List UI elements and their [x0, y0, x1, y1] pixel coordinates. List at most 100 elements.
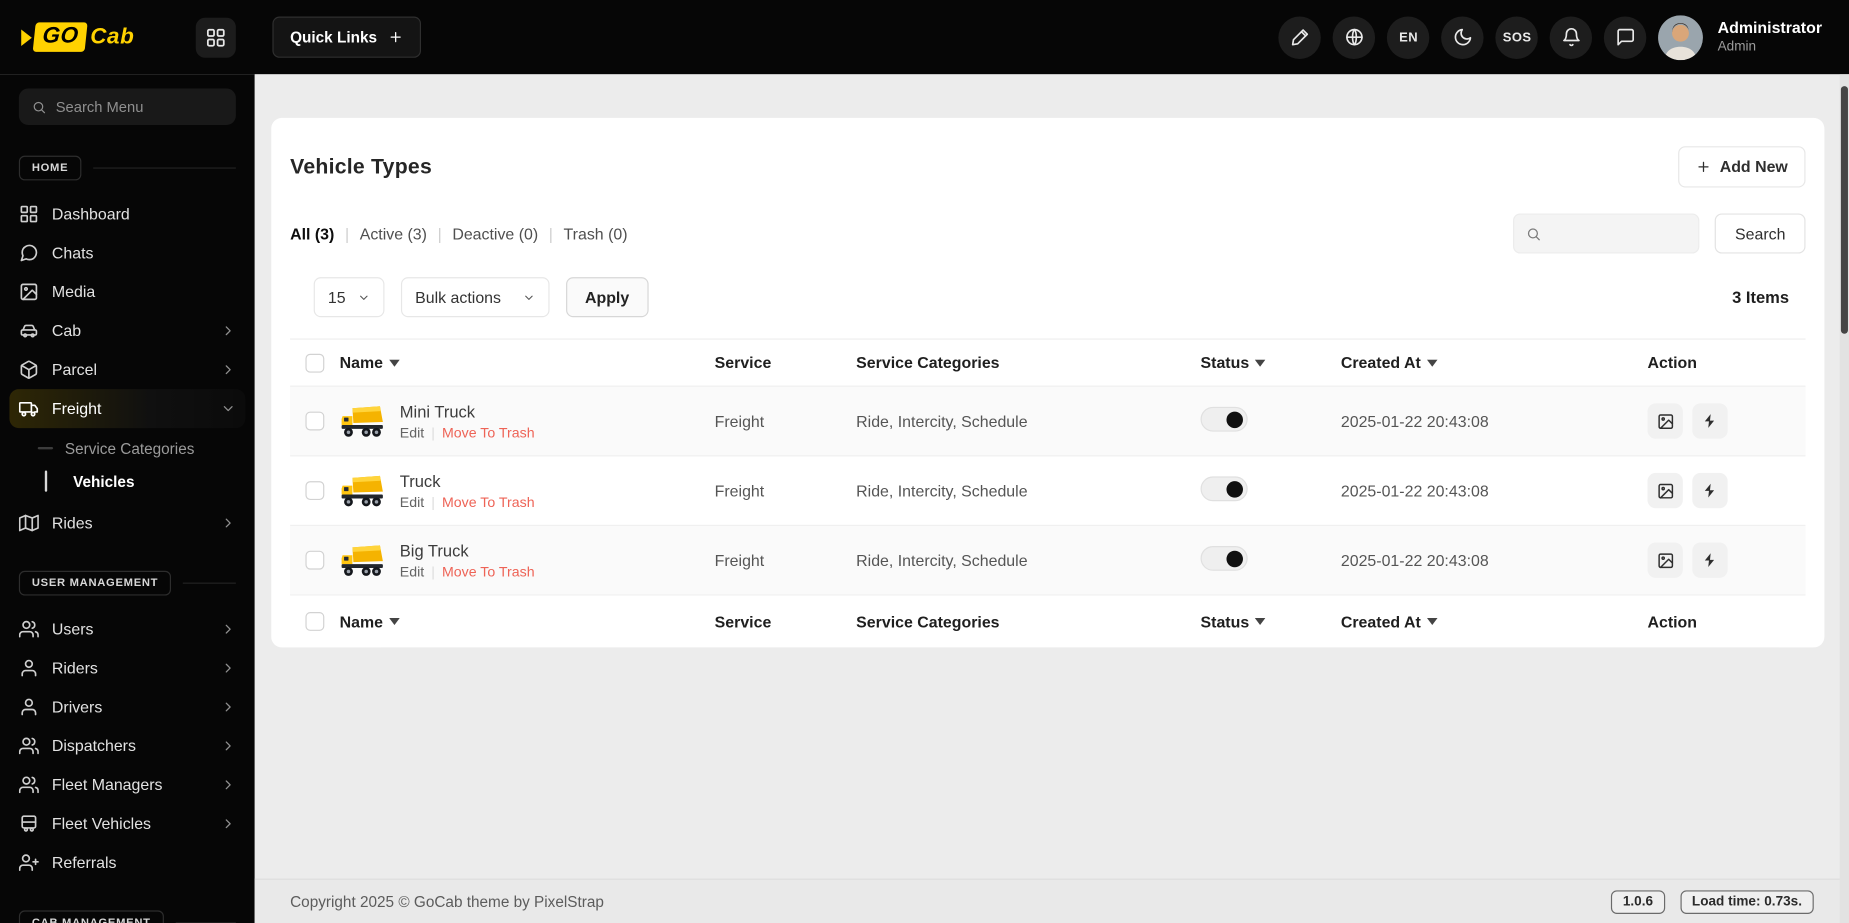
- sidebar-item-fleet-managers[interactable]: Fleet Managers: [0, 765, 255, 804]
- user-role: Admin: [1717, 39, 1757, 55]
- scrollbar-track[interactable]: [1839, 74, 1849, 923]
- apply-button[interactable]: Apply: [566, 277, 649, 318]
- search-button[interactable]: Search: [1714, 213, 1806, 254]
- plus-icon: [1698, 161, 1709, 172]
- select-all-checkbox[interactable]: [305, 612, 325, 631]
- body-row: HOME Dashboard Chats Media Ca: [0, 74, 1849, 923]
- service-categories-cell: Ride, Intercity, Schedule: [856, 412, 1028, 430]
- car-icon: [20, 324, 38, 338]
- gallery-action-button[interactable]: [1647, 542, 1683, 578]
- user-menu[interactable]: Administrator Admin: [1718, 18, 1822, 56]
- sidebar-item-users[interactable]: Users: [0, 610, 255, 649]
- status-toggle[interactable]: [1200, 406, 1248, 432]
- sidebar-item-fleet-vehicles[interactable]: Fleet Vehicles: [0, 804, 255, 843]
- plus-icon: [390, 32, 401, 43]
- column-footer-created-at[interactable]: Created At: [1341, 613, 1648, 630]
- select-all-checkbox[interactable]: [305, 353, 325, 373]
- row-checkbox[interactable]: [305, 550, 325, 570]
- gallery-action-button[interactable]: [1647, 403, 1683, 439]
- add-new-button[interactable]: Add New: [1678, 146, 1806, 188]
- brand-arrow-icon: [21, 28, 32, 46]
- copyright-text: Copyright 2025 © GoCab theme by PixelStr…: [290, 892, 604, 911]
- column-header-name[interactable]: Name: [340, 354, 715, 371]
- bolt-action-button[interactable]: [1692, 403, 1728, 439]
- globe-button[interactable]: [1333, 15, 1376, 59]
- toggle-knob: [1226, 410, 1243, 428]
- section-cab-management-label: CAB MANAGEMENT: [18, 910, 164, 923]
- sidebar-subitem-vehicles[interactable]: Vehicles: [0, 465, 255, 498]
- bulk-actions-select[interactable]: Bulk actions: [400, 277, 550, 318]
- column-header-status[interactable]: Status: [1201, 354, 1341, 371]
- column-header-created-at[interactable]: Created At: [1341, 354, 1648, 371]
- chevron-right-icon: [225, 741, 231, 751]
- row-checkbox[interactable]: [305, 481, 325, 501]
- per-page-select[interactable]: 15: [313, 277, 385, 318]
- sos-button[interactable]: SOS: [1495, 15, 1539, 59]
- moon-icon: [1454, 28, 1472, 46]
- user-icon: [21, 659, 37, 677]
- vehicle-name: Truck: [399, 471, 441, 490]
- version-badge: 1.0.6: [1611, 889, 1665, 914]
- sidebar-menu: Dashboard Chats Media Cab Parcel Freight…: [0, 195, 255, 543]
- brand-logo[interactable]: GO Cab: [21, 22, 134, 52]
- sidebar-item-referrals[interactable]: Referrals: [0, 843, 255, 882]
- scrollbar-thumb[interactable]: [1840, 86, 1848, 334]
- grid-icon: [20, 205, 38, 223]
- sidebar-item-media[interactable]: Media: [0, 272, 255, 311]
- column-footer-service: Service: [714, 612, 772, 631]
- customizer-button[interactable]: [1278, 15, 1322, 59]
- notifications-button[interactable]: [1550, 15, 1593, 59]
- edit-link[interactable]: Edit: [400, 563, 424, 580]
- status-toggle[interactable]: [1200, 546, 1248, 571]
- footer-badges: 1.0.6 Load time: 0.73s.: [1611, 889, 1814, 914]
- sidebar-item-rides[interactable]: Rides: [0, 504, 255, 543]
- sidebar-item-cab[interactable]: Cab: [0, 311, 255, 350]
- bolt-icon: [1704, 553, 1715, 568]
- move-to-trash-link[interactable]: Move To Trash: [442, 424, 535, 441]
- column-footer-status[interactable]: Status: [1201, 613, 1341, 630]
- sidebar-search-input[interactable]: [55, 98, 223, 115]
- sidebar-item-chats[interactable]: Chats: [0, 234, 255, 273]
- sidebar-search[interactable]: [18, 88, 236, 126]
- bolt-action-button[interactable]: [1692, 542, 1728, 578]
- dark-mode-button[interactable]: [1441, 15, 1485, 59]
- table-search-input[interactable]: [1549, 224, 1687, 243]
- column-header-service-categories: Service Categories: [856, 353, 1000, 372]
- tab-trash[interactable]: Trash (0): [564, 225, 628, 243]
- sidebar-item-dashboard[interactable]: Dashboard: [0, 195, 255, 234]
- chevron-right-icon: [225, 365, 231, 375]
- map-icon: [18, 514, 39, 532]
- sidebar-subitem-service-categories[interactable]: Service Categories: [0, 432, 255, 465]
- messages-button[interactable]: [1604, 15, 1647, 59]
- table-search-box[interactable]: [1513, 213, 1700, 254]
- sidebar-item-riders[interactable]: Riders: [0, 649, 255, 688]
- edit-link[interactable]: Edit: [400, 424, 424, 441]
- tab-all[interactable]: All (3): [290, 225, 334, 243]
- sidebar-item-drivers[interactable]: Drivers: [0, 688, 255, 727]
- status-toggle[interactable]: [1200, 476, 1248, 502]
- brush-icon: [1291, 29, 1309, 46]
- gallery-icon: [1657, 483, 1673, 498]
- sidebar: HOME Dashboard Chats Media Ca: [0, 74, 255, 923]
- gallery-action-button[interactable]: [1647, 472, 1683, 509]
- move-to-trash-link[interactable]: Move To Trash: [442, 494, 535, 511]
- sidebar-item-parcel[interactable]: Parcel: [0, 350, 255, 389]
- bolt-action-button[interactable]: [1692, 472, 1728, 509]
- tab-deactive[interactable]: Deactive (0): [452, 225, 538, 243]
- vehicle-types-card: Vehicle Types Add New All (3) | Active (…: [271, 117, 1825, 648]
- user-avatar[interactable]: [1658, 14, 1704, 60]
- section-home: HOME: [18, 155, 236, 181]
- move-to-trash-link[interactable]: Move To Trash: [442, 563, 535, 580]
- language-button[interactable]: EN: [1387, 15, 1430, 59]
- vehicle-thumbnail: [340, 537, 387, 584]
- column-footer-name[interactable]: Name: [340, 613, 715, 630]
- quick-links-button[interactable]: Quick Links: [272, 16, 421, 58]
- row-checkbox[interactable]: [305, 411, 325, 431]
- sidebar-item-freight[interactable]: Freight: [9, 389, 246, 429]
- tab-active[interactable]: Active (3): [360, 225, 427, 243]
- apps-icon: [206, 28, 225, 46]
- app-root: GO Cab Quick Links EN SOS Administrator …: [0, 0, 1849, 923]
- sidebar-item-dispatchers[interactable]: Dispatchers: [0, 726, 255, 765]
- sidebar-toggle-button[interactable]: [195, 17, 236, 58]
- edit-link[interactable]: Edit: [400, 494, 424, 511]
